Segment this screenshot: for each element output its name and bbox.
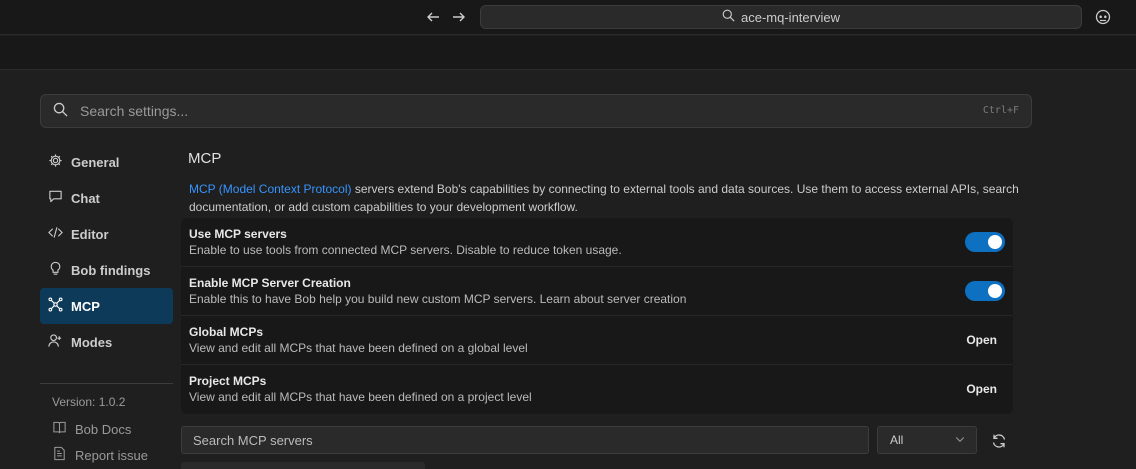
refresh-icon[interactable]: [990, 432, 1008, 450]
mcp-filter-select[interactable]: All: [877, 426, 977, 454]
code-icon: [48, 225, 63, 243]
project-mcps-row: Project MCPs View and edit all MCPs that…: [181, 365, 1013, 414]
mcp-server-search-box[interactable]: [181, 426, 869, 454]
mcp-icon: [48, 297, 63, 315]
row-title: Enable MCP Server Creation: [189, 276, 351, 290]
book-icon: [52, 420, 67, 438]
filter-selected-value: All: [890, 433, 904, 447]
mcp-protocol-link[interactable]: MCP (Model Context Protocol): [189, 182, 352, 196]
global-mcps-open-button[interactable]: Open: [966, 333, 997, 347]
use-mcp-servers-row: Use MCP servers Enable to use tools from…: [181, 218, 1013, 267]
row-title: Use MCP servers: [189, 227, 287, 241]
enable-mcp-server-creation-toggle[interactable]: [965, 281, 1005, 301]
bob-docs-label: Bob Docs: [75, 421, 132, 437]
gear-icon: [48, 153, 63, 171]
mcp-settings-card: Use MCP servers Enable to use tools from…: [181, 218, 1013, 414]
forward-arrow-icon[interactable]: [450, 8, 468, 26]
back-arrow-icon[interactable]: [424, 8, 442, 26]
version-label: Version: 1.0.2: [52, 395, 126, 409]
settings-search-box[interactable]: Ctrl+F: [40, 94, 1032, 128]
sidebar-item-chat[interactable]: Chat: [40, 180, 173, 216]
copilot-icon[interactable]: [1094, 8, 1112, 26]
mcp-section: MCP: [188, 150, 1018, 167]
sidebar-item-bob-findings[interactable]: Bob findings: [40, 252, 173, 288]
search-shortcut-hint: Ctrl+F: [982, 105, 1019, 116]
global-mcps-row: Global MCPs View and edit all MCPs that …: [181, 316, 1013, 365]
sidebar-item-label: MCP: [71, 298, 100, 314]
bob-docs-link[interactable]: Bob Docs: [52, 420, 131, 438]
row-title: Project MCPs: [189, 374, 267, 388]
page-title: MCP: [188, 150, 222, 167]
modes-icon: [48, 333, 63, 351]
command-center-label: ace-mq-interview: [741, 9, 840, 25]
row-subtitle: Enable this to have Bob help you build n…: [189, 292, 687, 306]
command-center[interactable]: ace-mq-interview: [480, 5, 1082, 29]
row-title: Global MCPs: [189, 325, 264, 339]
search-icon: [722, 9, 735, 25]
sidebar-item-label: Chat: [71, 190, 100, 206]
mcp-server-list-item[interactable]: [181, 462, 425, 469]
settings-search-input[interactable]: [80, 103, 940, 119]
project-mcps-open-button[interactable]: Open: [966, 382, 997, 396]
sidebar-divider: [40, 383, 173, 384]
use-mcp-servers-toggle[interactable]: [965, 232, 1005, 252]
mcp-server-search-input[interactable]: [193, 432, 853, 448]
report-issue-label: Report issue: [75, 447, 148, 463]
sidebar-item-modes[interactable]: Modes: [40, 324, 173, 360]
chevron-down-icon: [954, 433, 966, 448]
sidebar-item-mcp[interactable]: MCP: [40, 288, 173, 324]
search-icon: [53, 102, 68, 120]
settings-sidebar: General Chat Editor Bob findings MCP Mod…: [40, 144, 173, 360]
sidebar-item-label: Bob findings: [71, 262, 151, 278]
sidebar-item-label: General: [71, 154, 120, 170]
sidebar-item-general[interactable]: General: [40, 144, 173, 180]
report-icon: [52, 446, 67, 464]
report-issue-link[interactable]: Report issue: [52, 446, 148, 464]
row-subtitle: View and edit all MCPs that have been de…: [189, 390, 532, 404]
title-bar: ace-mq-interview: [0, 0, 1136, 35]
editor-tab-bar: [0, 36, 1136, 70]
mcp-description: MCP (Model Context Protocol) servers ext…: [189, 180, 1019, 216]
sidebar-item-editor[interactable]: Editor: [40, 216, 173, 252]
sidebar-item-label: Modes: [71, 334, 113, 350]
lightbulb-icon: [48, 261, 63, 279]
row-subtitle: Enable to use tools from connected MCP s…: [189, 243, 622, 257]
sidebar-item-label: Editor: [71, 226, 109, 242]
row-subtitle: View and edit all MCPs that have been de…: [189, 341, 528, 355]
enable-mcp-server-creation-row: Enable MCP Server Creation Enable this t…: [181, 267, 1013, 316]
chat-icon: [48, 189, 63, 207]
